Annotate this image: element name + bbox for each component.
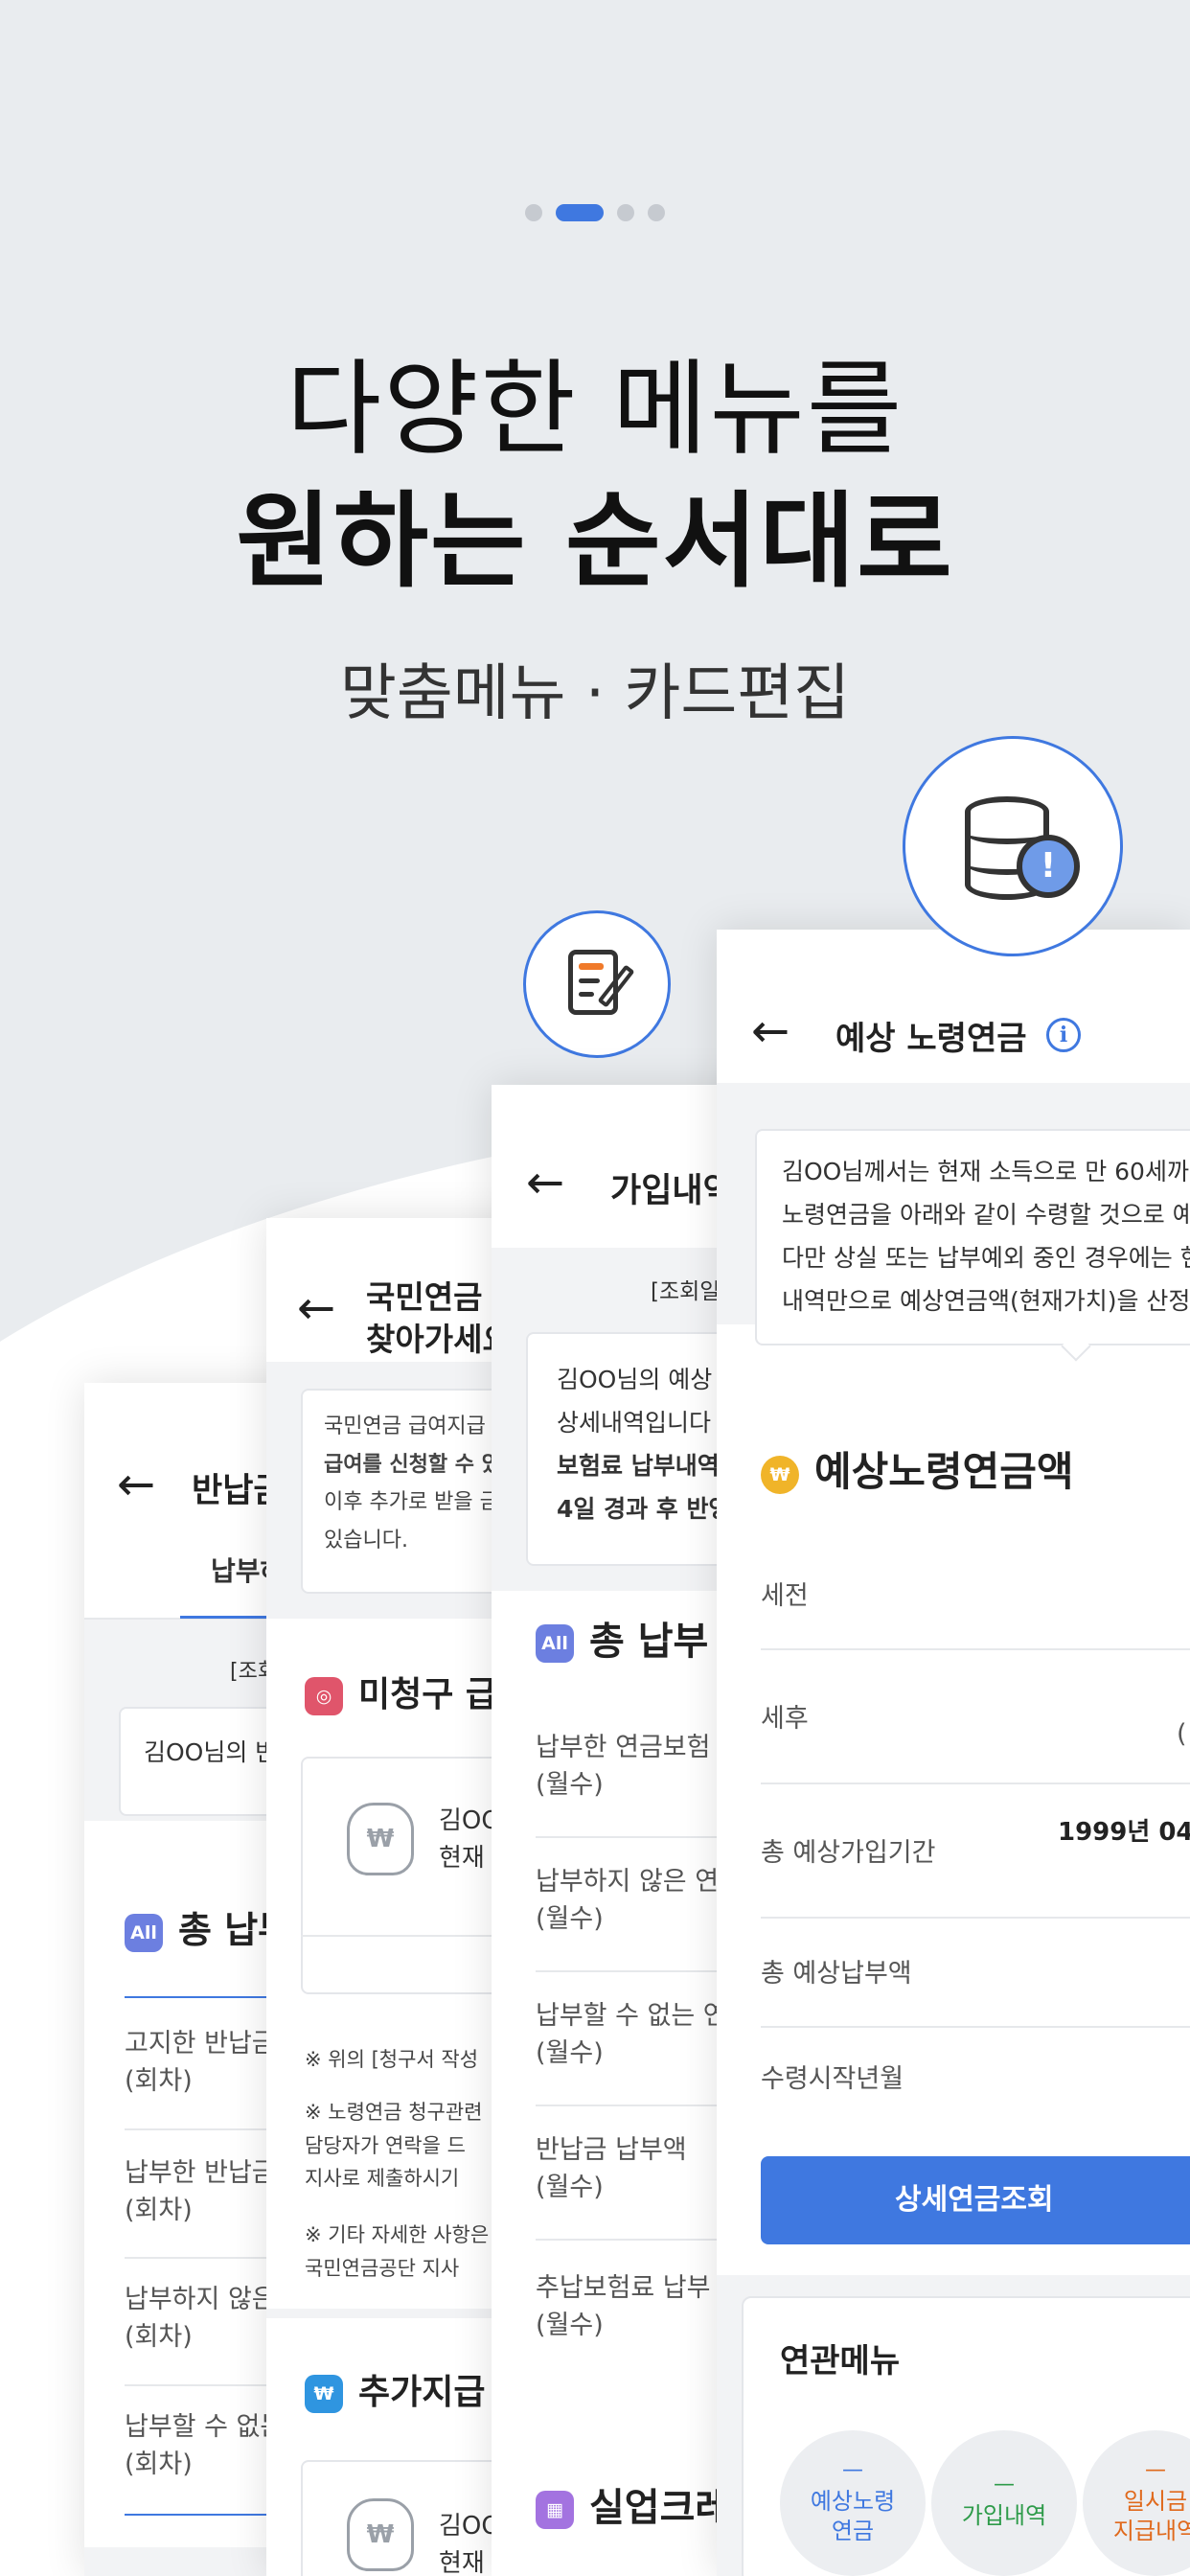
headline-line1: 다양한 메뉴를: [286, 350, 904, 470]
after-tax-value: (: [1177, 1719, 1187, 1749]
data-row-label: 고지한 반납금 (회차): [125, 2029, 276, 2097]
info-circle-icon[interactable]: i: [1046, 1018, 1081, 1052]
section-title: ◎ 미청구 급: [305, 1667, 497, 1716]
total-period-value: 1999년 04월: [1058, 1818, 1190, 1847]
page-indicator: [0, 204, 1190, 221]
data-row-label: 반납금 납부액 (월수): [536, 2135, 687, 2203]
card-title: 가입내역: [610, 1172, 734, 1210]
chip-dash-icon: —: [1145, 2457, 1166, 2482]
data-row-label: 납부하지 않은 연 (월수): [536, 1867, 720, 1935]
date-label: [조회일: [651, 1279, 721, 1304]
chip-dash-icon: —: [842, 2457, 863, 2482]
section-title-text: 예상노령연금액: [814, 1448, 1074, 1495]
data-row-label: 납부한 반납금 (회차): [125, 2158, 276, 2226]
row-divider: [761, 1648, 1190, 1650]
card-title-line1: 국민연금: [366, 1278, 483, 1316]
headline-line2: 원하는 순서대로: [236, 482, 954, 602]
note-3: ※ 기타 자세한 사항은 국민연금공단 지사: [305, 2223, 490, 2280]
section-title-text: 총 납부: [589, 1620, 709, 1664]
section-title-text: 실업크레: [589, 2486, 731, 2530]
back-arrow-icon[interactable]: ←: [297, 1281, 335, 1335]
info-text: 김OO님의 반: [144, 1738, 278, 1766]
related-menu-title: 연관메뉴: [780, 2342, 901, 2380]
data-row-label: 납부할 수 없는 연 (월수): [536, 2001, 727, 2069]
chip-dash-icon: —: [994, 2472, 1015, 2497]
row-divider: [761, 1917, 1190, 1919]
section-title: ▦ 실업크레: [536, 2476, 730, 2532]
note-1: ※ 위의 [청구서 작성: [305, 2048, 479, 2071]
row-start-date: 수령시작년월: [761, 2064, 904, 2094]
won-badge-icon: ₩: [761, 1455, 799, 1494]
detail-pension-button[interactable]: 상세연금조회: [761, 2156, 1190, 2244]
section-title: ₩ 추가지급: [305, 2364, 485, 2414]
row-total-payment: 총 예상납부액: [761, 1959, 912, 1989]
coin-icon: ◎: [305, 1677, 343, 1715]
row-before-tax: 세전: [761, 1581, 809, 1611]
info-text: 국민연금 급여지급 급여를 신청할 수 있 이후 추가로 받을 금 있습니다.: [324, 1414, 501, 1552]
page-dot[interactable]: [648, 204, 665, 221]
data-row-label: 납부할 수 없는 (회차): [125, 2412, 285, 2480]
row-divider: [761, 2026, 1190, 2028]
money-bag-icon: ₩: [347, 1803, 414, 1875]
data-row-label: 추납보험료 납부 (월수): [536, 2273, 711, 2341]
all-badge-icon: All: [125, 1913, 163, 1952]
data-row-label: 납부하지 않은 (회차): [125, 2285, 276, 2353]
page-dot[interactable]: [617, 204, 634, 221]
won-badge-icon: ₩: [305, 2375, 343, 2413]
section-title: All 총 납부: [536, 1610, 708, 1666]
row-total-period: 총 예상가입기간: [761, 1838, 936, 1868]
info-text: 김OO님께서는 현재 소득으로 만 60세까 노령연금을 아래와 같이 수령할 것…: [782, 1158, 1190, 1315]
note-2: ※ 노령연금 청구관련 담당자가 연락을 드 지사로 제출하시기: [305, 2101, 483, 2191]
card-title: 예상 노령연금: [835, 1020, 1027, 1058]
card-title-line2: 찾아가세요: [366, 1321, 512, 1358]
data-row-label: 납부한 연금보험 (월수): [536, 1733, 711, 1801]
back-arrow-icon[interactable]: ←: [117, 1458, 155, 1511]
card-expected-pension: ← 예상 노령연금 i 김OO님께서는 현재 소득으로 만 60세까 노령연금을 …: [717, 930, 1190, 2576]
page-dot[interactable]: [525, 204, 542, 221]
headline-subtitle: 맞춤메뉴 · 카드편집: [339, 658, 851, 729]
section-title-text: 추가지급: [358, 2373, 486, 2412]
related-expected-pension-chip[interactable]: — 예상노령 연금: [780, 2430, 926, 2576]
related-subscription-chip[interactable]: — 가입내역: [931, 2430, 1077, 2576]
row-after-tax: 세후: [761, 1704, 809, 1734]
page-dot-active[interactable]: [556, 204, 604, 221]
money-bag-icon: ₩: [347, 2498, 414, 2571]
section-title-text: 미청구 급: [358, 1675, 498, 1714]
info-text: 김OO님의 예상 상세내역입니다 보험료 납부내역 4일 경과 후 반영: [557, 1366, 731, 1523]
document-edit-icon: [523, 910, 671, 1058]
building-icon: ▦: [536, 2491, 574, 2529]
back-arrow-icon[interactable]: ←: [751, 1004, 790, 1058]
all-badge-icon: All: [536, 1624, 574, 1663]
database-alert-icon: !: [903, 736, 1123, 956]
back-arrow-icon[interactable]: ←: [526, 1156, 564, 1209]
row-divider: [761, 1782, 1190, 1784]
section-title: ₩ 예상노령연금액: [761, 1439, 1073, 1498]
